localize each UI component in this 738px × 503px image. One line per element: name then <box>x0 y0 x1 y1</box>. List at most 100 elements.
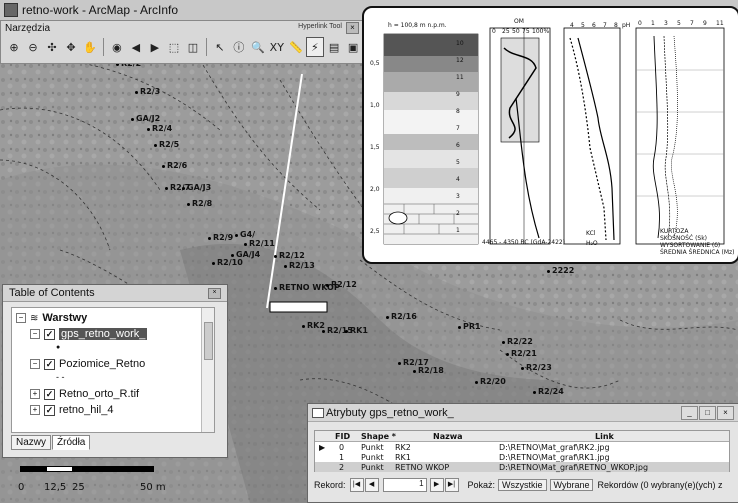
tab-sources[interactable]: Źródła <box>52 435 91 450</box>
last-record-button[interactable]: ▶| <box>444 478 459 492</box>
map-point-label[interactable]: R2/10 <box>212 258 243 267</box>
column-header-nazwa[interactable]: Nazwa <box>433 432 463 441</box>
layer-name[interactable]: Retno_orto_R.tif <box>59 388 139 400</box>
toc-close-button[interactable]: × <box>208 288 221 299</box>
map-point-label[interactable]: R2/5 <box>153 140 179 149</box>
find-icon[interactable]: 🔍 <box>249 37 267 57</box>
identify-icon[interactable]: ⓘ <box>230 37 248 57</box>
layer-name[interactable]: retno_hil_4 <box>59 404 113 416</box>
zoom-out-icon[interactable]: ⊖ <box>24 37 42 57</box>
map-point-label[interactable]: RK1 <box>345 326 368 335</box>
clear-selection-icon[interactable]: ◫ <box>184 37 202 57</box>
full-extent-icon[interactable]: ◉ <box>108 37 126 57</box>
hyperlink-image-popup[interactable]: h = 100,8 m n.p.m. OM 0 25 50 75 100% 45678 … <box>362 6 738 264</box>
map-point-label[interactable]: R2/9 <box>207 233 233 242</box>
attribute-table-title-bar[interactable]: Atrybuty gps_retno_work_ _ □ × <box>308 404 738 422</box>
map-point-label[interactable]: G4/ <box>234 230 255 239</box>
hyperlink-tooltip: Hyperlink Tool <box>298 23 342 30</box>
fixed-zoom-out-icon[interactable]: ✥ <box>62 37 80 57</box>
table-row[interactable]: ▶ 0 Punkt RK2 D:\RETNO\Mat_graf\RK2.jpg <box>315 442 729 452</box>
previous-record-button[interactable]: ◀ <box>364 478 379 492</box>
layer-visibility-checkbox[interactable]: ✓ <box>44 328 55 340</box>
map-point-label[interactable]: R2/21 <box>506 349 537 358</box>
cell-link[interactable]: D:\RETNO\Mat_graf\RK2.jpg <box>499 443 610 452</box>
map-point-label[interactable]: R2/20 <box>475 377 506 386</box>
collapse-icon[interactable]: − <box>30 329 40 339</box>
layer-item-gps[interactable]: − ✓ gps_retno_work_ <box>30 328 148 340</box>
map-point-label[interactable]: R2/12 <box>326 280 357 289</box>
go-to-xy-icon[interactable]: XY <box>268 37 286 57</box>
map-point-label[interactable]: RK2 <box>302 321 325 330</box>
axis-tick-label: 5 <box>581 22 585 29</box>
map-point-label[interactable]: R2/13 <box>284 261 315 270</box>
layer-name[interactable]: Poziomice_Retno <box>59 358 145 370</box>
cell-link[interactable]: D:\RETNO\Mat_graf\RETNO_WKOP.jpg <box>499 463 648 472</box>
layer-group-warstwy[interactable]: − ≋ Warstwy <box>16 312 87 324</box>
current-row-indicator-icon: ▶ <box>319 442 326 452</box>
show-all-button[interactable]: Wszystkie <box>498 479 547 491</box>
map-point-label[interactable]: R2/22 <box>502 337 533 346</box>
cell-shape: Punkt <box>361 442 384 452</box>
back-icon[interactable]: ◀ <box>127 37 145 57</box>
close-button[interactable]: × <box>717 406 734 420</box>
table-row[interactable]: 2 Punkt RETNO WKOP D:\RETNO\Mat_graf\RET… <box>315 462 729 472</box>
table-header-row: FID Shape * Nazwa Link <box>315 431 729 442</box>
map-point-label[interactable]: PR1 <box>458 322 481 331</box>
show-selected-button[interactable]: Wybrane <box>549 479 594 491</box>
collapse-icon[interactable]: − <box>16 313 26 323</box>
time-slider-icon[interactable]: ▣ <box>344 37 362 57</box>
column-header-link[interactable]: Link <box>595 432 614 441</box>
map-point-label[interactable]: GA/J3 <box>181 183 211 192</box>
html-popup-icon[interactable]: ▤ <box>325 37 343 57</box>
map-point-label[interactable]: R2/8 <box>186 199 212 208</box>
axis-tick-label: 2,5 <box>370 228 380 235</box>
cell-link[interactable]: D:\RETNO\Mat_graf\RK1.jpg <box>499 453 610 462</box>
column-header-fid[interactable]: FID <box>335 432 350 441</box>
pan-icon[interactable]: ✋ <box>81 37 99 57</box>
map-point-label[interactable]: 2222 <box>546 266 574 275</box>
toolbar-close-button[interactable]: × <box>346 22 359 34</box>
select-features-icon[interactable]: ⬚ <box>165 37 183 57</box>
axis-tick-label: 8 <box>614 22 618 29</box>
axis-tick-label: 7 <box>603 22 607 29</box>
map-point-label[interactable]: R2/4 <box>146 124 172 133</box>
layer-name[interactable]: gps_retno_work_ <box>59 328 148 340</box>
map-point-label[interactable]: R2/18 <box>413 366 444 375</box>
select-elements-icon[interactable]: ↖ <box>211 37 229 57</box>
map-point-label[interactable]: R2/3 <box>134 87 160 96</box>
layer-item-ortho[interactable]: + ✓ Retno_orto_R.tif <box>30 388 139 400</box>
layer-visibility-checkbox[interactable]: ✓ <box>44 388 55 400</box>
column-header-shape[interactable]: Shape * <box>361 432 396 441</box>
toc-scrollbar[interactable] <box>201 308 214 432</box>
hyperlink-icon[interactable]: ⚡ <box>305 37 325 57</box>
map-point-label[interactable]: R2/15 <box>322 326 353 335</box>
next-record-button[interactable]: ▶ <box>429 478 444 492</box>
first-record-button[interactable]: |◀ <box>349 478 364 492</box>
zoom-in-icon[interactable]: ⊕ <box>5 37 23 57</box>
record-number-input[interactable]: 1 <box>382 478 427 492</box>
measure-icon[interactable]: 📏 <box>287 37 305 57</box>
layer-visibility-checkbox[interactable]: ✓ <box>44 358 55 370</box>
fixed-zoom-in-icon[interactable]: ✣ <box>43 37 61 57</box>
layer-visibility-checkbox[interactable]: ✓ <box>44 404 55 416</box>
maximize-button[interactable]: □ <box>699 406 716 420</box>
map-point-label[interactable]: R2/6 <box>161 161 187 170</box>
map-point-label[interactable]: R2/16 <box>386 312 417 321</box>
tab-names[interactable]: Nazwy <box>11 435 52 450</box>
expand-icon[interactable]: + <box>30 389 40 399</box>
layer-item-hillshade[interactable]: + ✓ retno_hil_4 <box>30 404 113 416</box>
map-point-label[interactable]: R2/23 <box>521 363 552 372</box>
collapse-icon[interactable]: − <box>30 359 40 369</box>
scrollbar-thumb[interactable] <box>204 322 213 360</box>
toolbar-title-bar[interactable]: Narzędzia Hyperlink Tool × <box>1 21 362 35</box>
map-point-label[interactable]: R2/11 <box>244 239 275 248</box>
minimize-button[interactable]: _ <box>681 406 698 420</box>
map-point-label[interactable]: GA/J2 <box>130 114 160 123</box>
forward-icon[interactable]: ▶ <box>146 37 164 57</box>
expand-icon[interactable]: + <box>30 405 40 415</box>
map-point-label[interactable]: R2/24 <box>533 387 564 396</box>
map-point-label[interactable]: R2/12 <box>274 251 305 260</box>
toc-title-bar[interactable]: Table of Contents × <box>3 285 227 302</box>
layer-item-contours[interactable]: − ✓ Poziomice_Retno <box>30 358 145 370</box>
table-row[interactable]: 1 Punkt RK1 D:\RETNO\Mat_graf\RK1.jpg <box>315 452 729 462</box>
